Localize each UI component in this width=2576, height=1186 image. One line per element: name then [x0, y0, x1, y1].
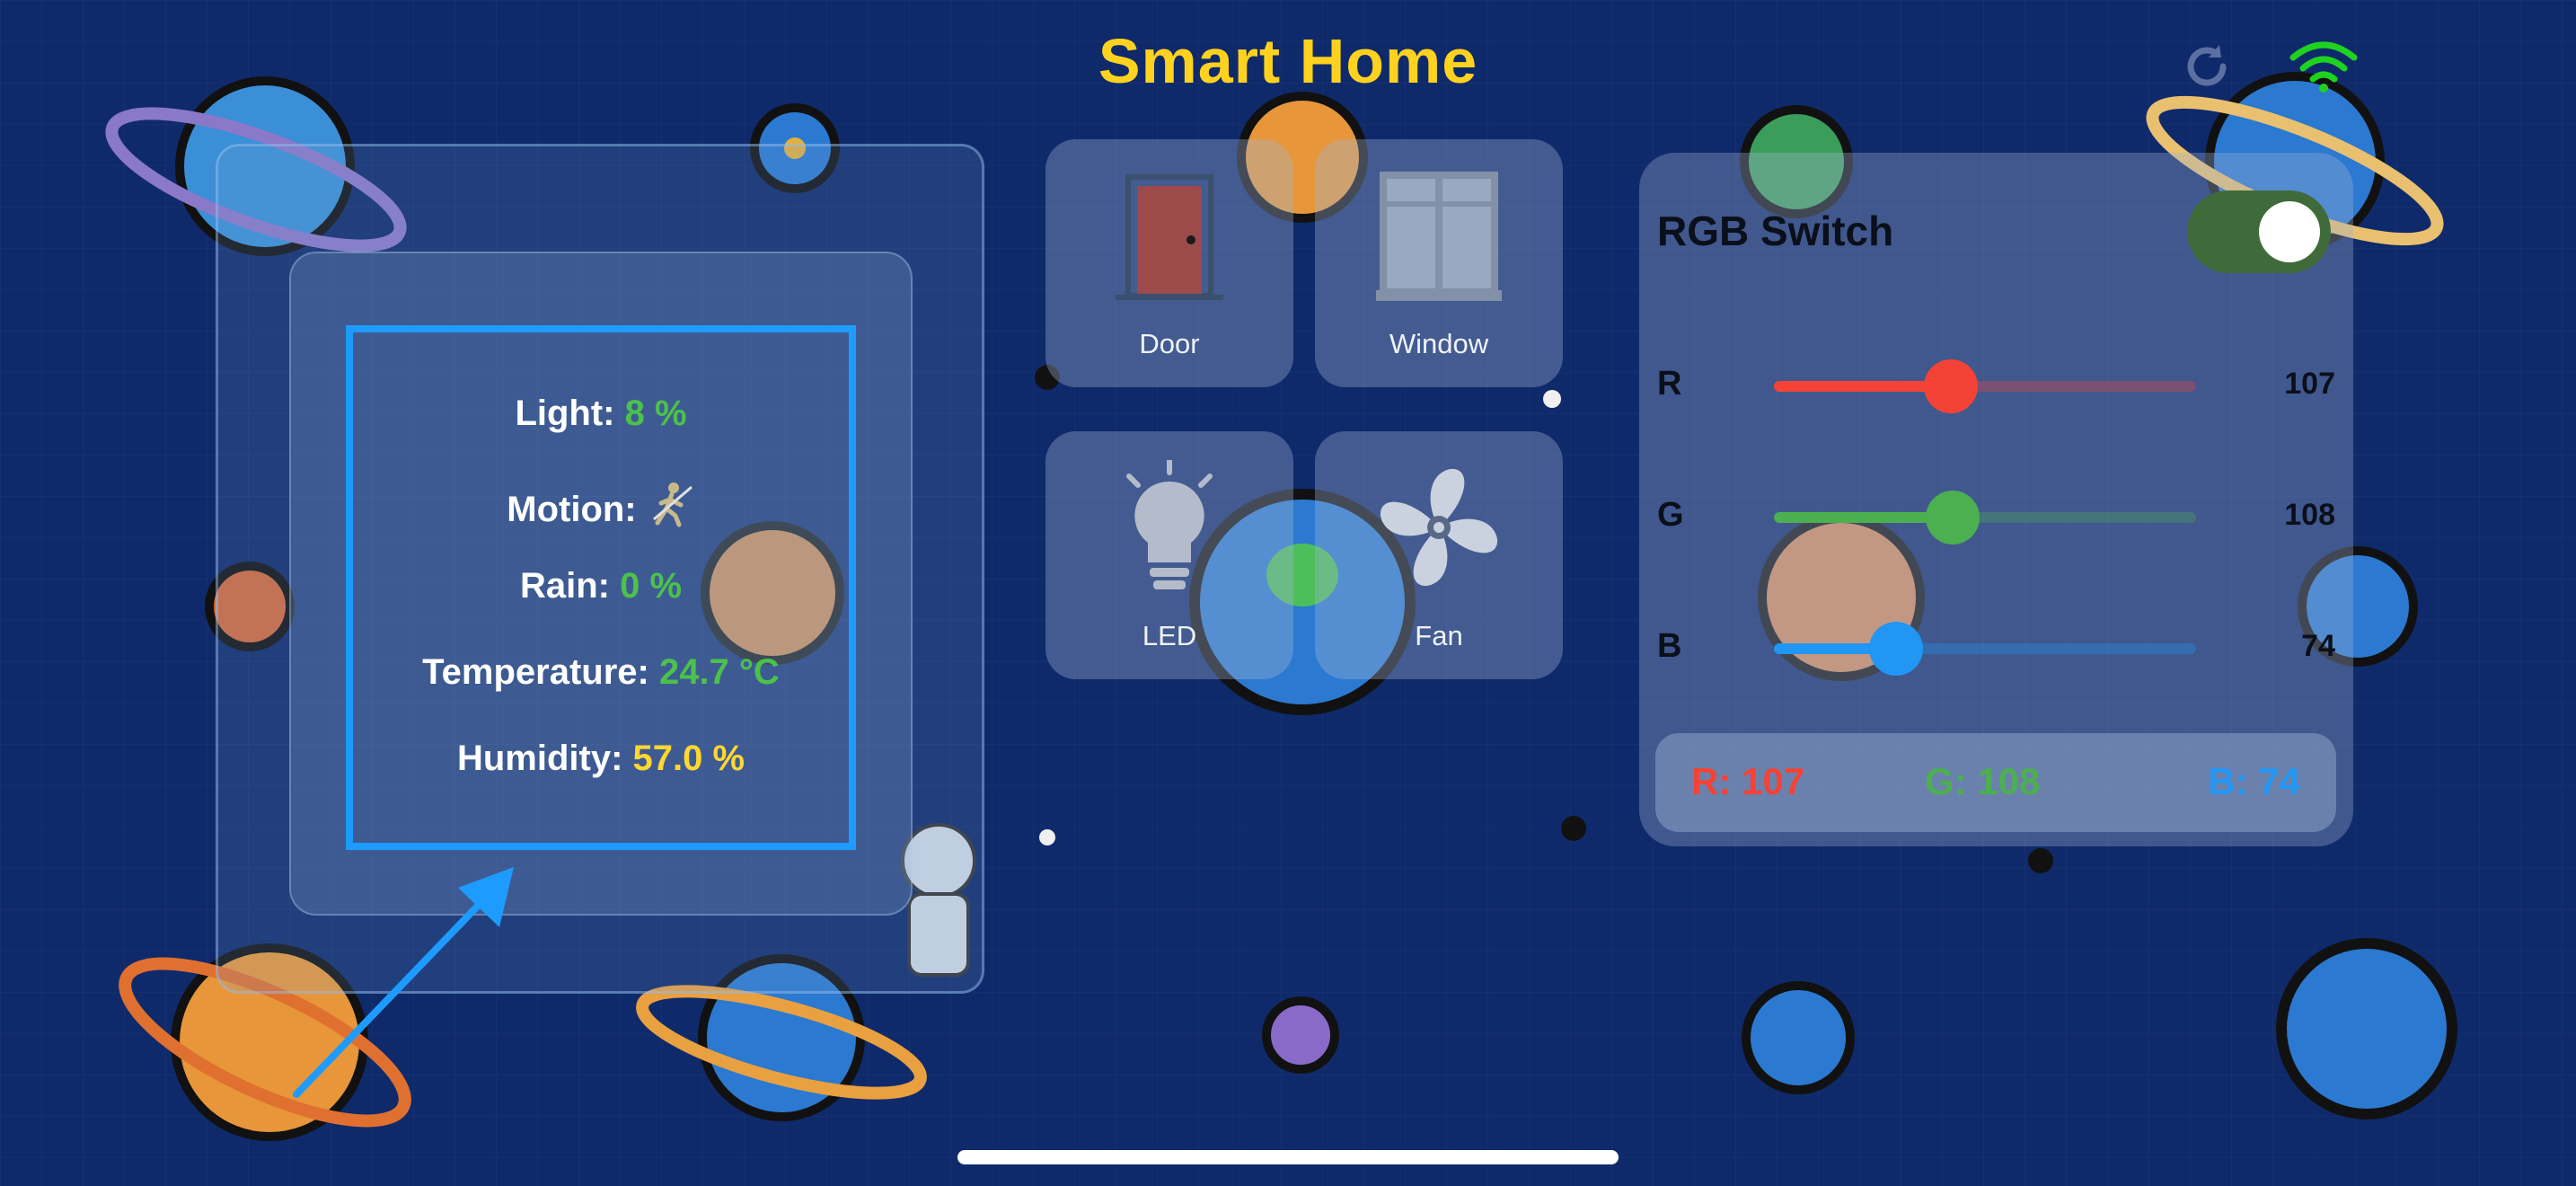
- window-icon: [1376, 172, 1502, 301]
- planet-icon: [1262, 996, 1339, 1074]
- door-button[interactable]: Door: [1045, 139, 1293, 387]
- light-value: 8 %: [624, 394, 687, 433]
- temperature-reading: Temperature: 24.7 °C: [353, 652, 849, 693]
- b-readout: B: 74: [2208, 760, 2300, 802]
- planet-icon: [2276, 938, 2457, 1120]
- b-slider-thumb[interactable]: [1869, 622, 1924, 676]
- b-slider-value: 74: [2301, 629, 2335, 663]
- led-label: LED: [1142, 620, 1197, 651]
- humidity-value: 57.0 %: [632, 739, 745, 778]
- rgb-switch-toggle[interactable]: [2187, 190, 2331, 273]
- home-indicator[interactable]: [957, 1150, 1619, 1164]
- door-icon: [1116, 174, 1223, 300]
- toggle-knob: [2259, 201, 2320, 262]
- door-label: Door: [1139, 328, 1200, 359]
- rain-value: 0 %: [620, 566, 683, 606]
- led-button[interactable]: LED: [1045, 431, 1293, 679]
- motion-reading: Motion:: [353, 480, 849, 530]
- refresh-icon[interactable]: [2178, 38, 2236, 95]
- wifi-icon: [2289, 41, 2358, 93]
- humidity-reading: Humidity: 57.0 %: [353, 739, 849, 779]
- sensor-readings-highlight: Light: 8 % Motion: Rain: 0 % Temperature…: [346, 325, 856, 850]
- light-reading: Light: 8 %: [353, 394, 849, 434]
- fan-button[interactable]: Fan: [1315, 431, 1563, 679]
- motion-label: Motion:: [507, 490, 637, 529]
- walking-person-icon: [652, 482, 693, 527]
- annotation-arrow: [293, 867, 514, 1098]
- window-label: Window: [1389, 328, 1489, 359]
- r-slider-value: 107: [2284, 367, 2335, 401]
- g-slider[interactable]: [1774, 491, 2196, 544]
- r-slider[interactable]: [1774, 359, 2196, 413]
- rgb-panel: RGB Switch R 107 G 108 B 74 R: 107 G: 10…: [1639, 153, 2353, 846]
- rgb-switch-title: RGB Switch: [1657, 208, 1894, 254]
- lightbulb-icon: [1126, 460, 1213, 589]
- planet-icon: [1742, 981, 1855, 1094]
- r-readout: R: 107: [1691, 760, 1805, 802]
- fan-label: Fan: [1415, 620, 1463, 651]
- b-slider[interactable]: [1774, 622, 2196, 676]
- rain-reading: Rain: 0 %: [353, 566, 849, 606]
- r-slider-label: R: [1657, 365, 1682, 403]
- g-readout: G: 108: [1925, 760, 2041, 802]
- g-slider-value: 108: [2284, 498, 2335, 532]
- g-slider-thumb[interactable]: [1926, 491, 1981, 544]
- fan-icon: [1380, 468, 1498, 587]
- light-label: Light:: [515, 394, 615, 433]
- rain-label: Rain:: [519, 566, 610, 606]
- b-slider-label: B: [1657, 627, 1682, 665]
- rgb-readout: R: 107 G: 108 B: 74: [1655, 733, 2336, 832]
- humidity-label: Humidity:: [456, 739, 623, 778]
- r-slider-thumb[interactable]: [1924, 359, 1979, 413]
- window-button[interactable]: Window: [1315, 139, 1563, 387]
- temperature-label: Temperature:: [422, 652, 649, 692]
- g-slider-label: G: [1657, 496, 1684, 534]
- temperature-value: 24.7 °C: [658, 652, 780, 692]
